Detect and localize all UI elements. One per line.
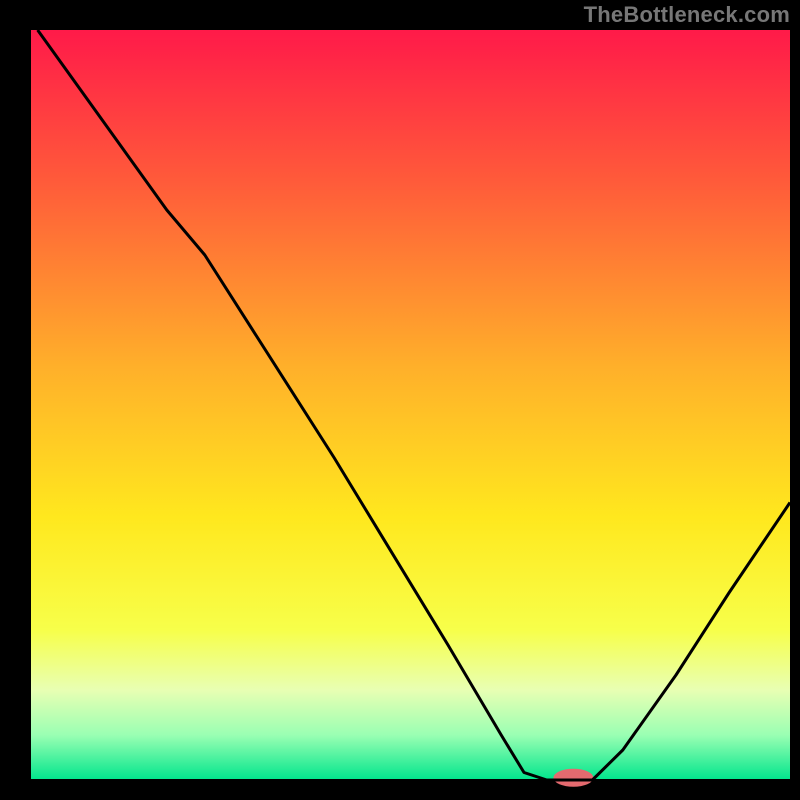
chart-container: TheBottleneck.com — [0, 0, 800, 800]
chart-background — [30, 30, 790, 780]
bottleneck-chart — [0, 0, 800, 800]
optimum-marker — [553, 769, 593, 787]
watermark-text: TheBottleneck.com — [584, 2, 790, 28]
